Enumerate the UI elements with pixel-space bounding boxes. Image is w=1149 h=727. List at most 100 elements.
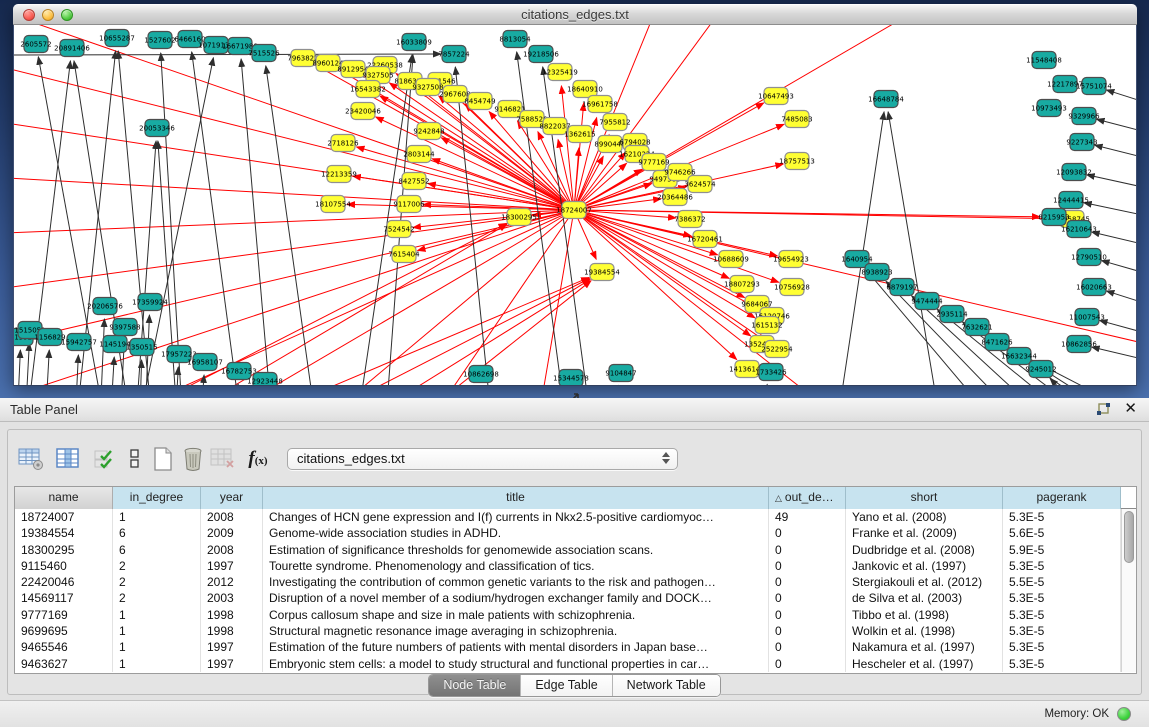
column-header-short[interactable]: short: [846, 487, 1003, 509]
table-panel-header[interactable]: Table Panel ✕: [0, 398, 1149, 422]
table-cell: 5.6E-5: [1003, 525, 1121, 541]
table-cell: 1: [113, 623, 201, 639]
column-header-year[interactable]: year: [201, 487, 263, 509]
table-cell: Nakamura et al. (1997): [846, 639, 1003, 655]
graph-node-label: 20364486: [657, 194, 693, 202]
table-selector-dropdown[interactable]: citations_edges.txt: [287, 448, 678, 470]
column-header-pagerank[interactable]: pagerank: [1003, 487, 1121, 509]
delete-table-icon[interactable]: [178, 444, 208, 474]
graph-node-label: 12213359: [321, 171, 357, 179]
network-window: citations_edges.txt 18724007796382289601…: [13, 4, 1137, 384]
graph-node-label: 8215953: [1038, 214, 1069, 222]
window-title: citations_edges.txt: [13, 7, 1137, 22]
network-view[interactable]: 1872400779638228960124891295422260538932…: [13, 25, 1137, 386]
window-titlebar[interactable]: citations_edges.txt: [13, 4, 1137, 25]
table-cell: 14569117: [15, 590, 113, 606]
graph-node-label: 7632621: [961, 324, 992, 332]
table-cell: 6: [113, 542, 201, 558]
table-row[interactable]: 1456911722003Disruption of a novel membe…: [15, 590, 1136, 606]
table-row[interactable]: 946362711997Embryonic stem cells: a mode…: [15, 656, 1136, 672]
tab-network-table[interactable]: Network Table: [613, 675, 720, 696]
node-table: namein_degreeyeartitle△out_de…shortpager…: [14, 486, 1137, 674]
close-panel-icon[interactable]: ✕: [1124, 400, 1137, 418]
tab-node-table[interactable]: Node Table: [429, 675, 521, 696]
network-canvas[interactable]: 1872400779638228960124891295422260538932…: [14, 25, 1136, 385]
graph-node-label: 16958107: [187, 359, 223, 367]
table-cell: 1997: [201, 639, 263, 655]
table-row[interactable]: 1830029562008Estimation of significance …: [15, 542, 1136, 558]
graph-node-label: 12325419: [542, 69, 578, 77]
table-row[interactable]: 969969511998Structural magnetic resonanc…: [15, 623, 1136, 639]
table-cell: 5.3E-5: [1003, 656, 1121, 672]
graph-node-label: 12790510: [1071, 254, 1107, 262]
table-body: 1872400712008Changes of HCN gene express…: [15, 509, 1136, 672]
function-builder-icon[interactable]: f(x): [243, 444, 273, 474]
new-table-icon[interactable]: [148, 444, 178, 474]
graph-node-label: 1362615: [564, 131, 595, 139]
graph-node-label: 7857224: [438, 51, 470, 59]
table-cell: Hescheler et al. (1997): [846, 656, 1003, 672]
table-cell: 2: [113, 590, 201, 606]
table-header-row: namein_degreeyeartitle△out_de…shortpager…: [15, 487, 1136, 509]
table-cell: 2003: [201, 590, 263, 606]
table-cell: 18724007: [15, 509, 113, 525]
memory-ok-indicator-icon: [1117, 707, 1131, 721]
table-cell: 0: [769, 623, 846, 639]
table-cell: 0: [769, 590, 846, 606]
table-cell: 1: [113, 656, 201, 672]
column-header-title[interactable]: title: [263, 487, 769, 509]
tab-edge-table[interactable]: Edge Table: [521, 675, 612, 696]
table-cell: 0: [769, 542, 846, 558]
graph-node-label: 6879197: [886, 284, 917, 292]
table-cell: 5.9E-5: [1003, 542, 1121, 558]
row-height-icon[interactable]: [120, 444, 150, 474]
table-cell: Estimation of significance thresholds fo…: [263, 542, 769, 558]
graph-node-label: 7955812: [599, 119, 630, 127]
graph-node-label: 23420046: [345, 108, 381, 116]
vertical-scrollbar[interactable]: [1121, 509, 1136, 672]
column-header-name[interactable]: name: [15, 487, 113, 509]
table-mode-icon[interactable]: [16, 444, 46, 474]
graph-node-label: 8822037: [539, 123, 570, 131]
delete-column-icon[interactable]: [208, 444, 238, 474]
scrollbar-thumb[interactable]: [1124, 511, 1134, 563]
table-cell: 5.3E-5: [1003, 639, 1121, 655]
table-row[interactable]: 911546021997Tourette syndrome. Phenomeno…: [15, 558, 1136, 574]
graph-node-label: 17957223: [161, 351, 197, 359]
graph-node-label: 8471626: [981, 339, 1013, 347]
table-cell: 5.3E-5: [1003, 623, 1121, 639]
table-row[interactable]: 977716911998Corpus callosum shape and si…: [15, 607, 1136, 623]
column-header-in_degree[interactable]: in_degree: [113, 487, 201, 509]
column-header-out_de[interactable]: △out_de…: [769, 487, 846, 509]
table-cell: Embryonic stem cells: a model to study s…: [263, 656, 769, 672]
table-row[interactable]: 2242004622012Investigating the contribut…: [15, 574, 1136, 590]
graph-node-label: 1615132: [751, 322, 782, 330]
float-window-icon[interactable]: [1096, 402, 1111, 417]
graph-node-label: 11007543: [1069, 314, 1105, 322]
desktop-background: citations_edges.txt 18724007796382289601…: [0, 0, 1149, 398]
graph-node-label: 17359924: [132, 299, 168, 307]
graph-node-label: 9227343: [1066, 139, 1097, 147]
table-row[interactable]: 946554611997Estimation of the future num…: [15, 639, 1136, 655]
table-cell: 19384554: [15, 525, 113, 541]
show-column-icon[interactable]: [53, 444, 83, 474]
table-cell: 2008: [201, 542, 263, 558]
table-cell: Corpus callosum shape and size in male p…: [263, 607, 769, 623]
graph-node-label: 16632344: [1001, 353, 1037, 361]
table-cell: 0: [769, 607, 846, 623]
graph-node-label: 12444415: [1053, 197, 1089, 205]
graph-node-label: 16033809: [396, 39, 432, 47]
graph-node-label: 1350515: [126, 344, 157, 352]
graph-node-label: 15751074: [1076, 83, 1112, 91]
table-row[interactable]: 1938455462009Genome-wide association stu…: [15, 525, 1136, 541]
table-cell: Tourette syndrome. Phenomenology and cla…: [263, 558, 769, 574]
graph-node-label: 7515526: [248, 50, 280, 58]
table-cell: Estimation of the future numbers of pati…: [263, 639, 769, 655]
select-all-icon[interactable]: [90, 444, 120, 474]
table-row[interactable]: 1872400712008Changes of HCN gene express…: [15, 509, 1136, 525]
graph-node-label: 7386372: [674, 216, 705, 224]
table-cell: 1: [113, 639, 201, 655]
graph-node-label: 9242848: [413, 128, 444, 136]
table-cell: 1998: [201, 623, 263, 639]
table-cell: 0: [769, 656, 846, 672]
